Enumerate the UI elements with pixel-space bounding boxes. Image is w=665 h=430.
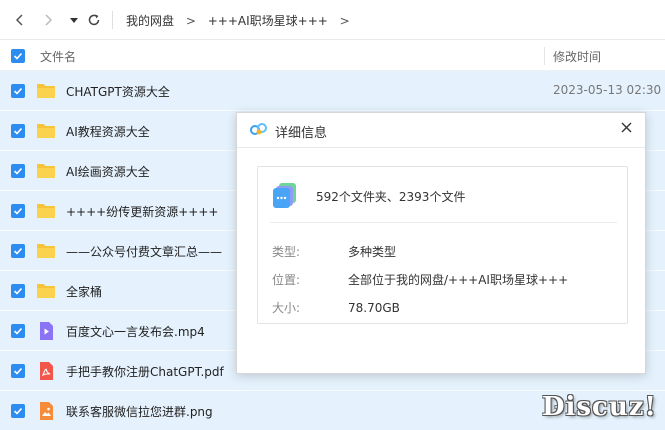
- detail-value-size: 78.70GB: [348, 301, 400, 315]
- check-icon: [13, 287, 23, 295]
- history-dropdown-button[interactable]: [64, 10, 84, 30]
- folder-icon: [36, 201, 56, 221]
- refresh-button[interactable]: [84, 10, 104, 30]
- file-name[interactable]: CHATGPT资源大全: [66, 83, 170, 100]
- back-button[interactable]: [10, 10, 30, 30]
- row-checkbox[interactable]: [11, 364, 25, 378]
- file-name[interactable]: 全家桶: [66, 283, 102, 300]
- row-checkbox[interactable]: [11, 324, 25, 338]
- detail-label-location: 位置:: [272, 273, 301, 287]
- select-all-checkbox[interactable]: [11, 49, 25, 63]
- file-modified-time: 2023-05-13 02:30: [553, 83, 662, 97]
- folder-icon: [36, 121, 56, 141]
- check-icon: [13, 87, 23, 95]
- row-checkbox[interactable]: [11, 164, 25, 178]
- folder-icon: [36, 81, 56, 101]
- check-icon: [13, 52, 23, 60]
- breadcrumb-separator[interactable]: >: [340, 14, 350, 28]
- video-file-icon: [36, 321, 56, 341]
- file-list-header: 文件名 修改时间: [0, 41, 665, 71]
- column-header-name[interactable]: 文件名: [40, 48, 76, 65]
- file-name[interactable]: 联系客服微信拉您进群.png: [66, 403, 213, 420]
- folder-icon: [36, 161, 56, 181]
- file-name[interactable]: 手把手教你注册ChatGPT.pdf: [66, 363, 224, 380]
- row-checkbox[interactable]: [11, 204, 25, 218]
- check-icon: [13, 247, 23, 255]
- toolbar-divider: [112, 11, 113, 29]
- toolbar: 我的网盘 > +++AI职场星球+++ >: [0, 0, 665, 40]
- file-name[interactable]: AI教程资源大全: [66, 123, 150, 140]
- forward-button[interactable]: [38, 10, 58, 30]
- chevron-right-icon: [45, 14, 53, 26]
- detail-row-size: 大小: 78.70GB: [272, 299, 400, 316]
- file-name[interactable]: 百度文心一言发布会.mp4: [66, 323, 205, 340]
- file-name[interactable]: ++++纷传更新资源++++: [66, 203, 218, 220]
- refresh-icon: [88, 14, 100, 26]
- breadcrumb-root[interactable]: 我的网盘: [126, 14, 174, 28]
- check-icon: [13, 167, 23, 175]
- close-icon: [621, 122, 631, 132]
- row-checkbox[interactable]: [11, 244, 25, 258]
- file-name[interactable]: AI绘画资源大全: [66, 163, 150, 180]
- details-panel: 592个文件夹、2393个文件 类型: 多种类型 位置: 全部位于我的网盘/+++A…: [257, 166, 628, 324]
- detail-row-type: 类型: 多种类型: [272, 243, 396, 260]
- row-checkbox[interactable]: [11, 124, 25, 138]
- folder-icon: [36, 281, 56, 301]
- check-icon: [13, 407, 23, 415]
- check-icon: [13, 367, 23, 375]
- selection-summary: 592个文件夹、2393个文件: [316, 190, 466, 204]
- details-divider: [270, 222, 617, 223]
- multiple-files-icon: [273, 183, 296, 208]
- detail-value-type: 多种类型: [348, 245, 397, 259]
- breadcrumb-separator: >: [185, 14, 196, 28]
- row-checkbox[interactable]: [11, 284, 25, 298]
- detail-value-location: 全部位于我的网盘/+++AI职场星球+++: [348, 273, 569, 287]
- file-row[interactable]: CHATGPT资源大全 2023-05-13 02:30: [0, 71, 665, 111]
- detail-row-location: 位置: 全部位于我的网盘/+++AI职场星球+++: [272, 271, 568, 288]
- baidu-netdisk-logo-icon: [250, 123, 267, 135]
- close-button[interactable]: [615, 116, 637, 138]
- dialog-title: 详细信息: [275, 126, 328, 141]
- chevron-left-icon: [15, 14, 23, 26]
- caret-down-icon: [70, 18, 78, 23]
- row-checkbox[interactable]: [11, 84, 25, 98]
- image-file-icon: [36, 401, 56, 421]
- dialog-divider: [237, 147, 645, 148]
- folder-icon: [36, 241, 56, 261]
- detail-label-size: 大小:: [272, 301, 301, 315]
- check-icon: [13, 327, 23, 335]
- column-divider[interactable]: [544, 47, 545, 65]
- details-dialog: 详细信息 592个文件夹、2393个文件 类型: 多种类型 位置: 全部位于我的网盘…: [236, 112, 646, 374]
- file-name[interactable]: ——公众号付费文章汇总——: [66, 243, 222, 260]
- check-icon: [13, 207, 23, 215]
- breadcrumb: 我的网盘 > +++AI职场星球+++ >: [126, 12, 358, 29]
- breadcrumb-current-folder[interactable]: +++AI职场星球+++: [208, 14, 328, 28]
- dialog-title-bar: 详细信息: [237, 113, 645, 147]
- row-checkbox[interactable]: [11, 404, 25, 418]
- pdf-file-icon: [36, 361, 56, 381]
- discuz-watermark: Discuz!: [542, 392, 657, 422]
- detail-label-type: 类型:: [272, 245, 301, 259]
- check-icon: [13, 127, 23, 135]
- column-header-modified-time[interactable]: 修改时间: [553, 48, 601, 65]
